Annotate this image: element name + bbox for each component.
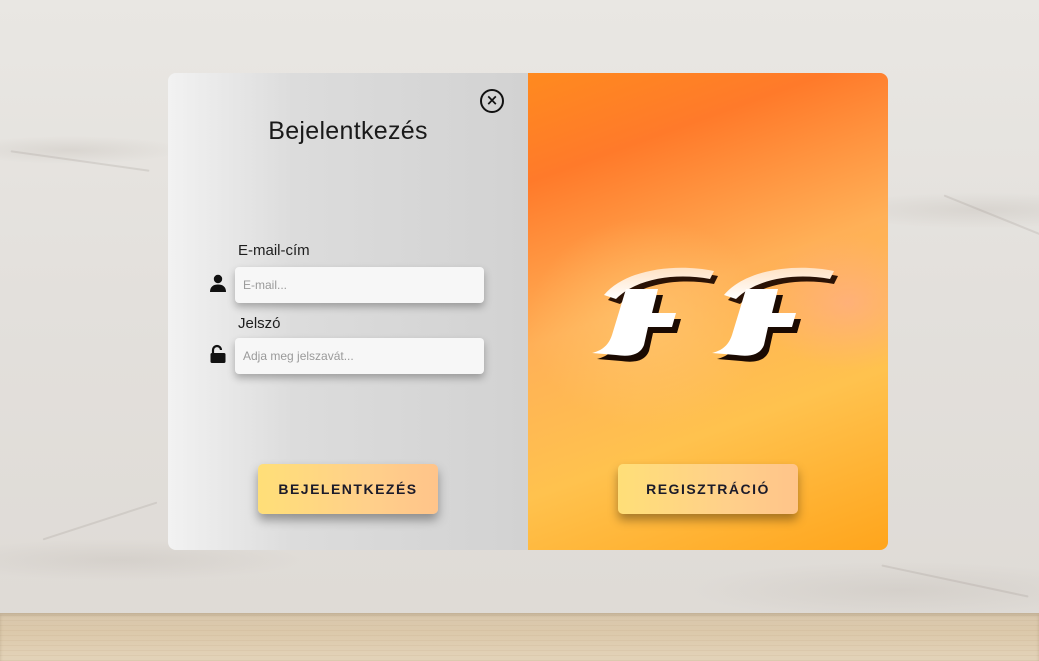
- ff-logo: [592, 267, 838, 362]
- email-input[interactable]: [235, 267, 484, 303]
- unlock-icon: [210, 344, 226, 363]
- email-label: E-mail-cím: [238, 242, 310, 259]
- login-button[interactable]: BEJELENTKEZÉS: [258, 464, 438, 514]
- logo-letter-f-right: [712, 267, 838, 362]
- register-panel: REGISZTRÁCIÓ: [528, 73, 888, 550]
- login-panel: × Bejelentkezés E-mail-cím Jelszó BEJELE…: [168, 73, 528, 550]
- marble-vein: [42, 501, 158, 541]
- logo-letter-f-left: [592, 267, 718, 362]
- background-scene: × Bejelentkezés E-mail-cím Jelszó BEJELE…: [0, 0, 1039, 661]
- close-icon[interactable]: ×: [480, 89, 504, 113]
- wooden-floor: [0, 613, 1039, 661]
- marble-vein: [943, 194, 1039, 238]
- auth-modal: × Bejelentkezés E-mail-cím Jelszó BEJELE…: [168, 73, 888, 550]
- login-title: Bejelentkezés: [268, 117, 428, 145]
- user-icon: [210, 274, 226, 292]
- marble-vein: [10, 150, 150, 172]
- marble-vein: [881, 564, 1029, 598]
- register-button[interactable]: REGISZTRÁCIÓ: [618, 464, 798, 514]
- password-label: Jelszó: [238, 315, 281, 332]
- password-input[interactable]: [235, 338, 484, 374]
